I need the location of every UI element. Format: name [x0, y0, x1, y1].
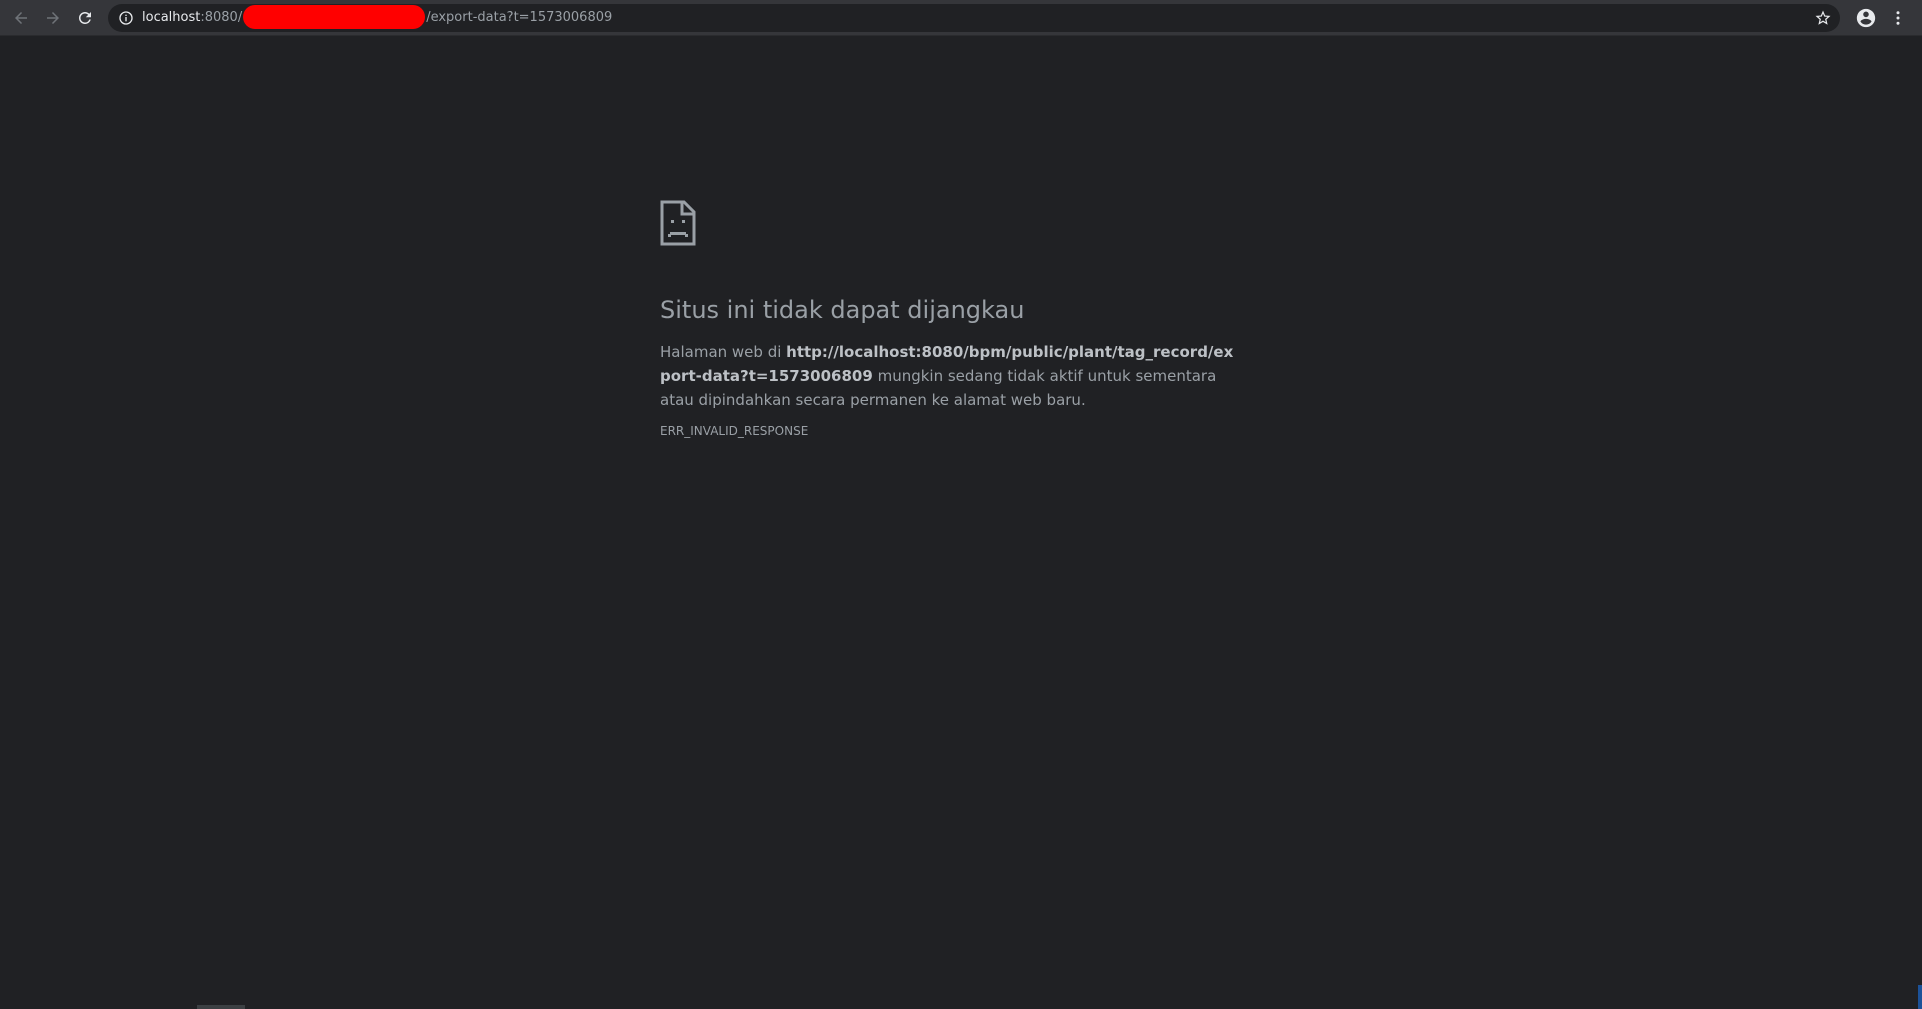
account-circle-icon: [1856, 8, 1876, 28]
address-bar[interactable]: localhost:8080/ /export-data?t=1573006809: [108, 4, 1840, 32]
url-redaction-mark: [243, 4, 426, 29]
star-icon[interactable]: [1814, 9, 1832, 27]
back-button[interactable]: [7, 4, 35, 32]
scroll-corner-indicator: [1918, 985, 1922, 1009]
url-path-start: :8080/: [200, 10, 243, 25]
arrow-forward-icon: [47, 12, 59, 24]
profile-button[interactable]: [1852, 4, 1880, 32]
error-code: ERR_INVALID_RESPONSE: [660, 424, 809, 438]
browser-toolbar: localhost:8080/ /export-data?t=1573006809: [0, 0, 1922, 36]
info-icon[interactable]: [118, 10, 134, 26]
url-text[interactable]: localhost:8080/ /export-data?t=1573006809: [142, 4, 612, 32]
url-path-end: /export-data?t=1573006809: [426, 10, 613, 25]
forward-button[interactable]: [39, 4, 67, 32]
url-host: localhost: [142, 10, 201, 25]
arrow-back-icon: [15, 12, 27, 24]
reload-button[interactable]: [71, 4, 99, 32]
error-content: Situs ini tidak dapat dijangkau Halaman …: [660, 200, 1240, 438]
sad-document-icon: [660, 200, 696, 246]
reload-icon: [79, 11, 91, 24]
error-title: Situs ini tidak dapat dijangkau: [660, 296, 1025, 324]
error-desc-prefix: Halaman web di: [660, 343, 787, 361]
three-dots-vertical-icon: [1896, 11, 1900, 25]
error-description: Halaman web di http://localhost:8080/bpm…: [660, 340, 1240, 412]
menu-button[interactable]: [1884, 4, 1912, 32]
horizontal-scrollbar-thumb[interactable]: [197, 1005, 245, 1009]
